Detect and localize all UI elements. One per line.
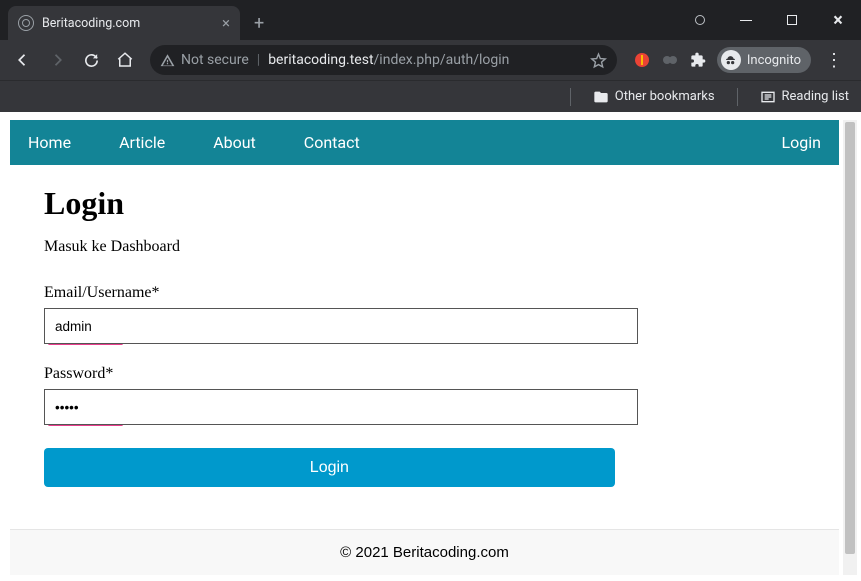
- login-button[interactable]: Login: [44, 448, 615, 487]
- incognito-icon: [721, 50, 741, 70]
- window-minimize-button[interactable]: [723, 0, 769, 40]
- extension-icon-2[interactable]: [661, 51, 679, 69]
- window-close-button[interactable]: ×: [815, 0, 861, 40]
- tab-title: Beritacoding.com: [42, 16, 214, 31]
- url-text: beritacoding.test/index.php/auth/login: [268, 52, 509, 68]
- separator: [737, 88, 738, 106]
- site-footer: © 2021 Beritacoding.com: [10, 529, 839, 575]
- password-label: Password*: [44, 365, 805, 383]
- email-field[interactable]: [44, 308, 638, 344]
- new-tab-button[interactable]: +: [240, 13, 278, 34]
- browser-tab[interactable]: Beritacoding.com ×: [8, 6, 240, 40]
- site-nav: Home Article About Contact Login: [10, 120, 839, 165]
- extension-icon-1[interactable]: [633, 51, 651, 69]
- close-icon[interactable]: ×: [222, 16, 230, 31]
- nav-link-home[interactable]: Home: [28, 133, 71, 152]
- browser-menu-button[interactable]: ⋮: [815, 50, 853, 71]
- security-indicator[interactable]: Not secure: [160, 52, 249, 68]
- nav-forward-button[interactable]: [42, 45, 72, 75]
- address-bar[interactable]: Not secure | beritacoding.test/index.php…: [150, 45, 617, 75]
- globe-icon: [18, 15, 34, 31]
- security-label: Not secure: [181, 52, 249, 68]
- nav-reload-button[interactable]: [76, 45, 106, 75]
- folder-icon: [593, 90, 609, 104]
- nav-link-login[interactable]: Login: [782, 133, 821, 152]
- scrollbar-thumb[interactable]: [845, 122, 855, 554]
- extensions-puzzle-icon[interactable]: [689, 51, 707, 69]
- email-label: Email/Username*: [44, 284, 805, 302]
- window-maximize-button[interactable]: [769, 0, 815, 40]
- page-title: Login: [44, 185, 805, 222]
- scrollbar[interactable]: [843, 120, 857, 575]
- nav-back-button[interactable]: [8, 45, 38, 75]
- other-bookmarks-button[interactable]: Other bookmarks: [593, 89, 715, 104]
- nav-link-contact[interactable]: Contact: [304, 133, 360, 152]
- separator: [570, 88, 571, 106]
- list-icon: [760, 90, 776, 104]
- reading-list-button[interactable]: Reading list: [760, 89, 849, 104]
- nav-link-about[interactable]: About: [213, 133, 256, 152]
- incognito-label: Incognito: [747, 53, 801, 68]
- page-subtitle: Masuk ke Dashboard: [44, 238, 805, 256]
- password-field[interactable]: [44, 389, 638, 425]
- nav-home-button[interactable]: [110, 45, 140, 75]
- incognito-badge[interactable]: Incognito: [717, 47, 811, 73]
- footer-text: © 2021 Beritacoding.com: [340, 544, 509, 561]
- nav-link-article[interactable]: Article: [119, 133, 165, 152]
- account-indicator-icon[interactable]: [677, 0, 723, 40]
- warning-icon: [160, 53, 175, 68]
- bookmark-star-icon[interactable]: [590, 52, 607, 69]
